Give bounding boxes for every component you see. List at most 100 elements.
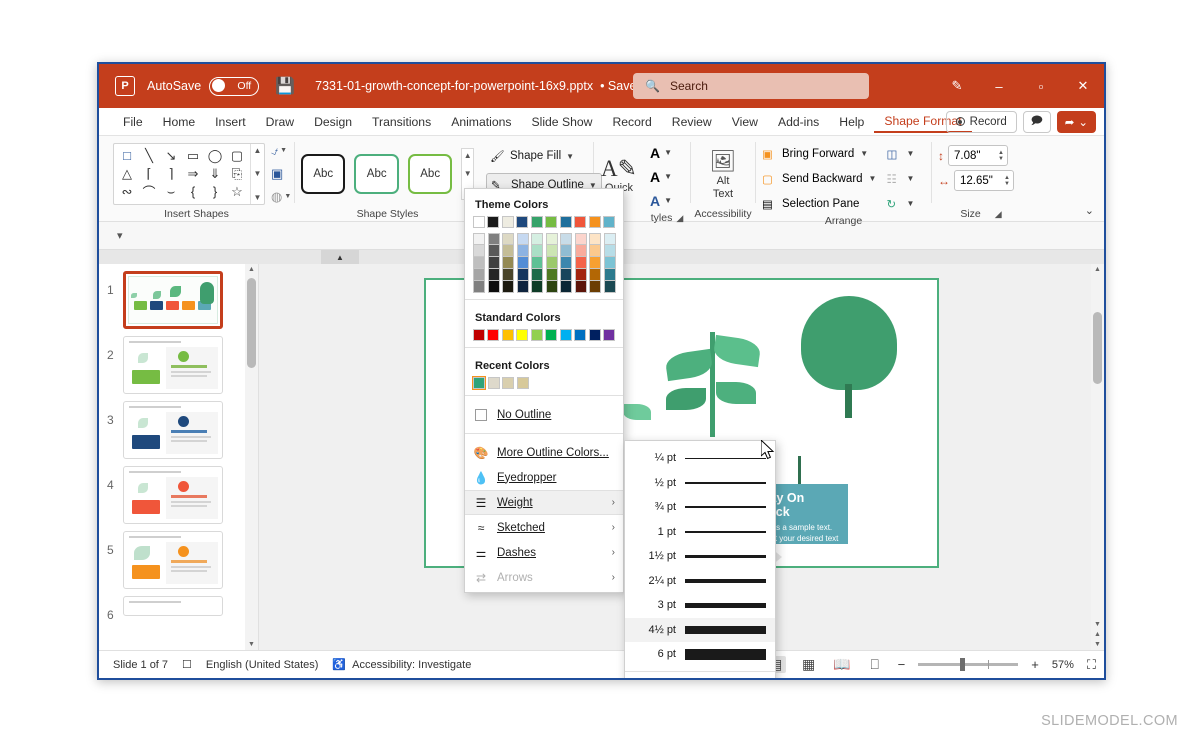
shapes-gallery[interactable]: □ ╲ ↘ ▭ ◯ ▢ △ ⌈ ⌉ ⇒ ⇓ ⎘ ∾ ⌒ ⌣ {} ☆ ▲ ▼ …: [113, 142, 265, 205]
weight-option-more-lines[interactable]: ⚌ More Lines...: [625, 672, 775, 679]
tab-file[interactable]: File: [113, 111, 153, 133]
weight-option-three-quarter-pt[interactable]: ¾ pt: [625, 495, 775, 520]
shape-elbow-connector-icon[interactable]: ⌈: [138, 165, 160, 183]
weight-submenu[interactable]: ¼ pt ½ pt ¾ pt 1 pt 1½ pt 2¼ pt 3 pt 4½: [624, 440, 776, 679]
theme-swatch-orange[interactable]: [588, 216, 601, 228]
shape-pentagon-icon[interactable]: ⎘: [226, 165, 248, 183]
theme-variant-column[interactable]: [574, 233, 587, 293]
menu-item-no-outline[interactable]: No Outline: [465, 402, 623, 427]
collapse-panel-button[interactable]: ▲: [321, 250, 359, 264]
standard-swatch-orange[interactable]: [501, 329, 514, 341]
tab-slide-show[interactable]: Slide Show: [521, 111, 602, 133]
standard-swatch-purple[interactable]: [603, 329, 616, 341]
theme-swatch-tan[interactable]: [501, 216, 514, 228]
weight-option-1-pt[interactable]: 1 pt: [625, 520, 775, 545]
shape-outline-dropdown[interactable]: Theme Colors Standard Colors Recent Colo…: [464, 188, 624, 593]
theme-swatch-red[interactable]: [574, 216, 587, 228]
thumbnail-row[interactable]: 5: [99, 524, 258, 589]
previous-slide-icon[interactable]: ▲: [1094, 631, 1101, 638]
tab-home[interactable]: Home: [153, 111, 206, 133]
slide-count[interactable]: Slide 1 of 7: [113, 659, 168, 671]
minimize-button[interactable]: –: [978, 64, 1020, 108]
shape-arc-icon[interactable]: ⌣: [160, 183, 182, 201]
tab-review[interactable]: Review: [662, 111, 722, 133]
zoom-slider[interactable]: [918, 658, 1019, 671]
tab-draw[interactable]: Draw: [256, 111, 304, 133]
more-commands-icon[interactable]: ▾: [117, 229, 123, 242]
theme-variant-column[interactable]: [589, 233, 601, 293]
theme-swatch-white[interactable]: [473, 216, 485, 228]
theme-swatch-teal[interactable]: [603, 216, 616, 228]
rotate-objects-button[interactable]: ↻ ▼: [886, 193, 914, 214]
align-objects-button[interactable]: ◫ ▼: [886, 143, 914, 164]
text-outline-button[interactable]: A ▼: [650, 166, 672, 187]
recent-colors-row[interactable]: [465, 376, 623, 390]
shape-style-1[interactable]: Abc: [301, 153, 346, 194]
theme-variant-column[interactable]: [516, 233, 529, 293]
menu-item-sketched[interactable]: ≈ Sketched ›: [465, 515, 623, 540]
thumbnail-scroll-thumb[interactable]: [247, 278, 256, 368]
reading-view-icon[interactable]: 📖: [832, 656, 852, 673]
recent-swatch-darktan[interactable]: [516, 377, 529, 389]
standard-swatch-darkred[interactable]: [473, 329, 485, 341]
pen-icon[interactable]: ✎: [936, 64, 978, 108]
shape-line-icon[interactable]: ╲: [138, 147, 160, 165]
size-dialog-launcher-icon[interactable]: ◢: [995, 207, 1002, 222]
selection-pane-button[interactable]: ▤ Selection Pane: [762, 193, 876, 214]
language-indicator[interactable]: English (United States): [206, 659, 319, 671]
scroll-down-icon[interactable]: ▼: [464, 169, 472, 178]
thumbnail-row[interactable]: 2: [99, 329, 258, 394]
theme-variant-column[interactable]: [487, 233, 500, 293]
shape-style-2[interactable]: Abc: [354, 153, 399, 194]
theme-variant-column[interactable]: [603, 233, 616, 293]
theme-swatch-lightgreen[interactable]: [545, 216, 558, 228]
comments-button[interactable]: 🗩: [1022, 110, 1051, 133]
menu-item-dashes[interactable]: ⚌ Dashes ›: [465, 540, 623, 565]
theme-variant-column[interactable]: [502, 233, 514, 293]
standard-swatch-darkblue[interactable]: [588, 329, 601, 341]
recent-swatch-tan[interactable]: [502, 377, 514, 389]
group-objects-button[interactable]: ☷ ▼: [886, 168, 914, 189]
shape-height-input[interactable]: 7.08" ▲ ▼: [948, 145, 1008, 166]
thumbnail-scrollbar[interactable]: ▲ ▼: [245, 264, 258, 650]
canvas-scrollbar[interactable]: ▲ ▼ ▲ ▼: [1091, 264, 1104, 650]
shape-right-brace-icon[interactable]: }: [204, 183, 226, 201]
theme-variant-column[interactable]: [531, 233, 543, 293]
tab-transitions[interactable]: Transitions: [362, 111, 441, 133]
weight-option-2-25-pt[interactable]: 2¼ pt: [625, 569, 775, 594]
wordart-dialog-launcher-icon[interactable]: ◢: [676, 211, 683, 226]
shape-star-icon[interactable]: ☆: [226, 183, 248, 201]
scroll-down-icon[interactable]: ▼: [248, 641, 255, 648]
zoom-in-button[interactable]: +: [1031, 657, 1039, 672]
fit-to-window-icon[interactable]: ⛶: [1087, 657, 1096, 673]
scroll-up-icon[interactable]: ▲: [254, 146, 262, 155]
standard-swatch-lightgreen[interactable]: [530, 329, 543, 341]
scroll-up-icon[interactable]: ▲: [1094, 266, 1101, 273]
theme-swatch-green[interactable]: [530, 216, 543, 228]
scroll-up-icon[interactable]: ▲: [464, 151, 472, 160]
slide-sorter-icon[interactable]: ▦: [799, 656, 819, 673]
recent-swatch-lighttan[interactable]: [487, 377, 500, 389]
scroll-down-icon[interactable]: ▼: [254, 169, 262, 178]
shape-right-arrow-icon[interactable]: ⇒: [182, 165, 204, 183]
shape-width-input[interactable]: 12.65" ▲ ▼: [954, 170, 1014, 191]
theme-swatch-black[interactable]: [487, 216, 500, 228]
weight-option-3-pt[interactable]: 3 pt: [625, 593, 775, 618]
menu-item-weight[interactable]: ☰ Weight ›: [465, 490, 623, 515]
tab-view[interactable]: View: [722, 111, 768, 133]
alt-text-button[interactable]: 🖼 Alt Text: [697, 150, 749, 200]
theme-swatch-blue[interactable]: [559, 216, 572, 228]
thumbnail-slide-6[interactable]: [123, 596, 223, 616]
weight-option-quarter-pt[interactable]: ¼ pt: [625, 446, 775, 471]
shape-fill-button[interactable]: 🖌 Shape Fill ▼: [486, 144, 578, 168]
search-input[interactable]: 🔍 Search: [633, 73, 869, 99]
shape-left-brace-icon[interactable]: {: [182, 183, 204, 201]
theme-variant-column[interactable]: [473, 233, 485, 293]
thumbnail-slide-2[interactable]: [123, 336, 223, 394]
shape-down-arrow-icon[interactable]: ⇓: [204, 165, 226, 183]
accessibility-indicator[interactable]: ♿ Accessibility: Investigate: [332, 658, 471, 672]
shape-arrow-line-icon[interactable]: ↘: [160, 147, 182, 165]
standard-swatch-red[interactable]: [487, 329, 500, 341]
autosave-toggle[interactable]: Off: [209, 76, 260, 96]
scroll-up-icon[interactable]: ▲: [248, 266, 255, 273]
